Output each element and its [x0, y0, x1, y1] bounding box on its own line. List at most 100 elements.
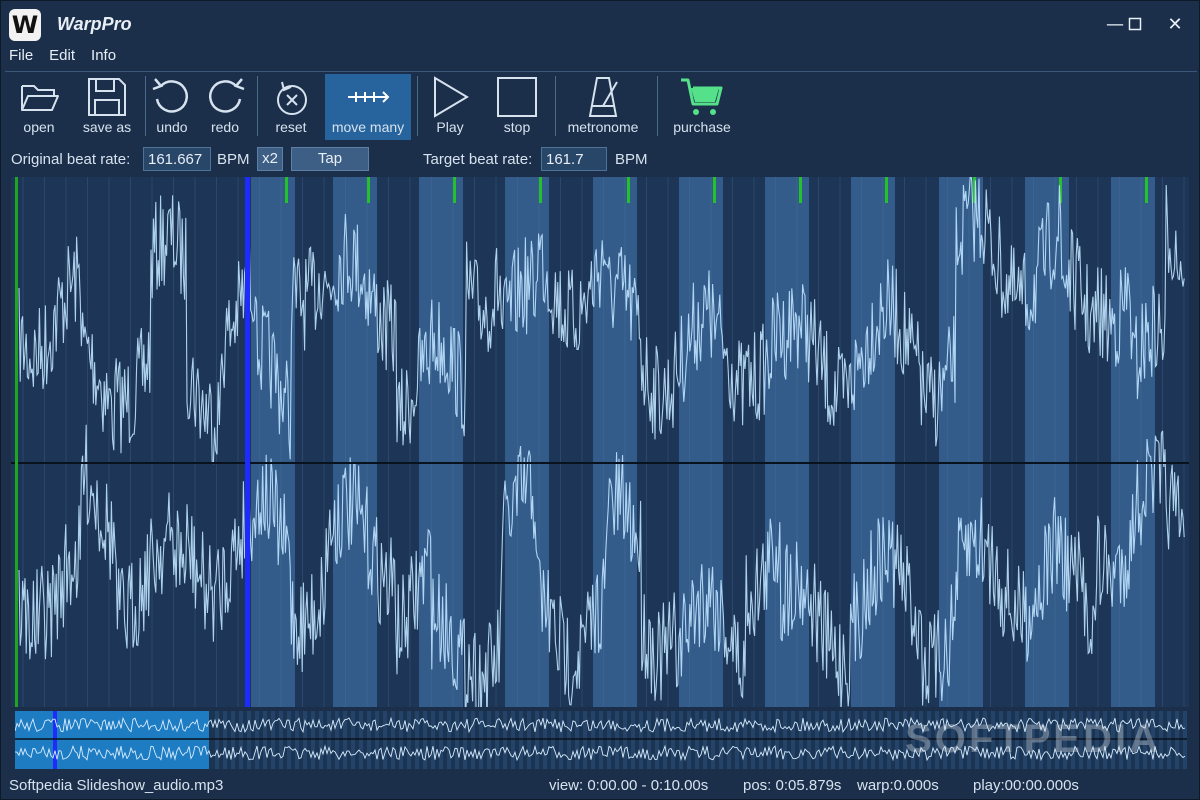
overview-stripe — [575, 711, 579, 769]
status-bar: Softpedia Slideshow_audio.mp3 view: 0:00… — [1, 775, 1200, 797]
toolbar-separator — [657, 76, 658, 136]
overview-stripe — [735, 711, 739, 769]
beat-band — [251, 177, 295, 707]
toolbar-separator — [417, 76, 418, 136]
overview-stripe — [855, 711, 859, 769]
undo-label: undo — [156, 119, 188, 135]
overview-stripe — [479, 711, 483, 769]
overview-stripe — [367, 711, 371, 769]
overview-stripe — [791, 711, 795, 769]
overview-stripe — [431, 711, 435, 769]
move-many-button[interactable]: move many — [325, 74, 411, 140]
save-icon — [88, 78, 126, 116]
play-button[interactable]: Play — [425, 74, 475, 140]
beat-band — [593, 177, 637, 707]
overview-stripe — [591, 711, 595, 769]
metronome-label: metronome — [567, 119, 639, 135]
overview-stripe — [871, 711, 875, 769]
menu-edit[interactable]: Edit — [41, 45, 83, 67]
overview-stripe — [695, 711, 699, 769]
overview-stripe — [711, 711, 715, 769]
overview-strip[interactable]: SOFTPEDIA — [15, 711, 1187, 769]
toolbar-separator — [555, 76, 556, 136]
metronome-button[interactable]: metronome — [561, 74, 645, 140]
original-beat-rate-label: Original beat rate: — [11, 151, 131, 168]
beat-marker — [713, 177, 716, 203]
overview-stripe — [631, 711, 635, 769]
status-play: play:00:00.000s — [973, 777, 1079, 794]
beat-marker — [453, 177, 456, 203]
maximize-icon — [1128, 17, 1142, 31]
redo-label: redo — [210, 119, 240, 135]
target-beat-rate-input[interactable] — [541, 147, 607, 171]
overview-stripe — [751, 711, 755, 769]
app-window: W WarpPro — ✕ File Edit Info open save a… — [0, 0, 1200, 800]
save-as-button[interactable]: save as — [75, 74, 139, 140]
waveform-canvas[interactable] — [11, 177, 1189, 707]
tap-button[interactable]: Tap — [291, 147, 369, 171]
overview-stripe — [623, 711, 627, 769]
overview-stripe — [407, 711, 411, 769]
overview-stripe — [607, 711, 611, 769]
overview-stripe — [359, 711, 363, 769]
overview-stripe — [255, 711, 259, 769]
overview-stripe — [559, 711, 563, 769]
overview-stripe — [815, 711, 819, 769]
status-warp: warp:0.000s — [857, 777, 939, 794]
reset-button[interactable]: reset — [267, 74, 315, 140]
purchase-label: purchase — [673, 119, 731, 135]
maximize-button[interactable] — [1117, 11, 1153, 37]
overview-stripe — [727, 711, 731, 769]
overview-stripe — [807, 711, 811, 769]
overview-stripe — [639, 711, 643, 769]
menu-info[interactable]: Info — [83, 45, 124, 67]
redo-button[interactable]: redo — [201, 74, 249, 140]
overview-stripe — [383, 711, 387, 769]
close-button[interactable]: ✕ — [1157, 11, 1193, 37]
status-view-range: view: 0:00.00 - 0:10.00s — [549, 777, 709, 794]
toolbar-separator — [145, 76, 146, 136]
stop-button[interactable]: stop — [493, 74, 541, 140]
waveform-editor[interactable] — [11, 177, 1189, 707]
overview-stripe — [319, 711, 323, 769]
beat-marker — [367, 177, 370, 203]
beat-marker — [285, 177, 288, 203]
status-position: pos: 0:05.879s — [743, 777, 842, 794]
move-many-label: move many — [331, 119, 405, 135]
beat-marker — [627, 177, 630, 203]
beat-marker — [1145, 177, 1148, 203]
undo-button[interactable]: undo — [147, 74, 197, 140]
undo-icon — [152, 78, 189, 113]
menu-file[interactable]: File — [1, 45, 41, 67]
beat-band — [1111, 177, 1155, 707]
overview-stripe — [895, 711, 899, 769]
open-button[interactable]: open — [9, 74, 69, 140]
folder-open-icon — [21, 85, 59, 111]
overview-stripe — [487, 711, 491, 769]
save-as-label: save as — [82, 119, 132, 135]
menu-bar: File Edit Info — [1, 45, 124, 67]
overview-stripe — [439, 711, 443, 769]
target-beat-rate-label: Target beat rate: — [423, 151, 533, 168]
overview-stripe — [583, 711, 587, 769]
overview-stripe — [879, 711, 883, 769]
play-label: Play — [436, 119, 464, 135]
original-bpm-unit: BPM — [217, 151, 250, 168]
overview-stripe — [447, 711, 451, 769]
overview-stripe — [327, 711, 331, 769]
overview-stripe — [1183, 711, 1187, 769]
original-beat-rate-input[interactable] — [143, 147, 211, 171]
overview-stripe — [527, 711, 531, 769]
overview-stripe — [455, 711, 459, 769]
stop-icon — [497, 77, 537, 117]
x2-button[interactable]: x2 — [257, 147, 283, 171]
toolbar: open save as undo redo reset move many P… — [5, 71, 1197, 141]
metronome-icon — [588, 77, 618, 117]
overview-stripe — [767, 711, 771, 769]
playhead — [245, 177, 250, 707]
overview-view-window — [15, 711, 209, 769]
overview-stripe — [823, 711, 827, 769]
play-icon — [434, 76, 469, 118]
beat-band — [851, 177, 895, 707]
purchase-button[interactable]: purchase — [667, 74, 737, 140]
